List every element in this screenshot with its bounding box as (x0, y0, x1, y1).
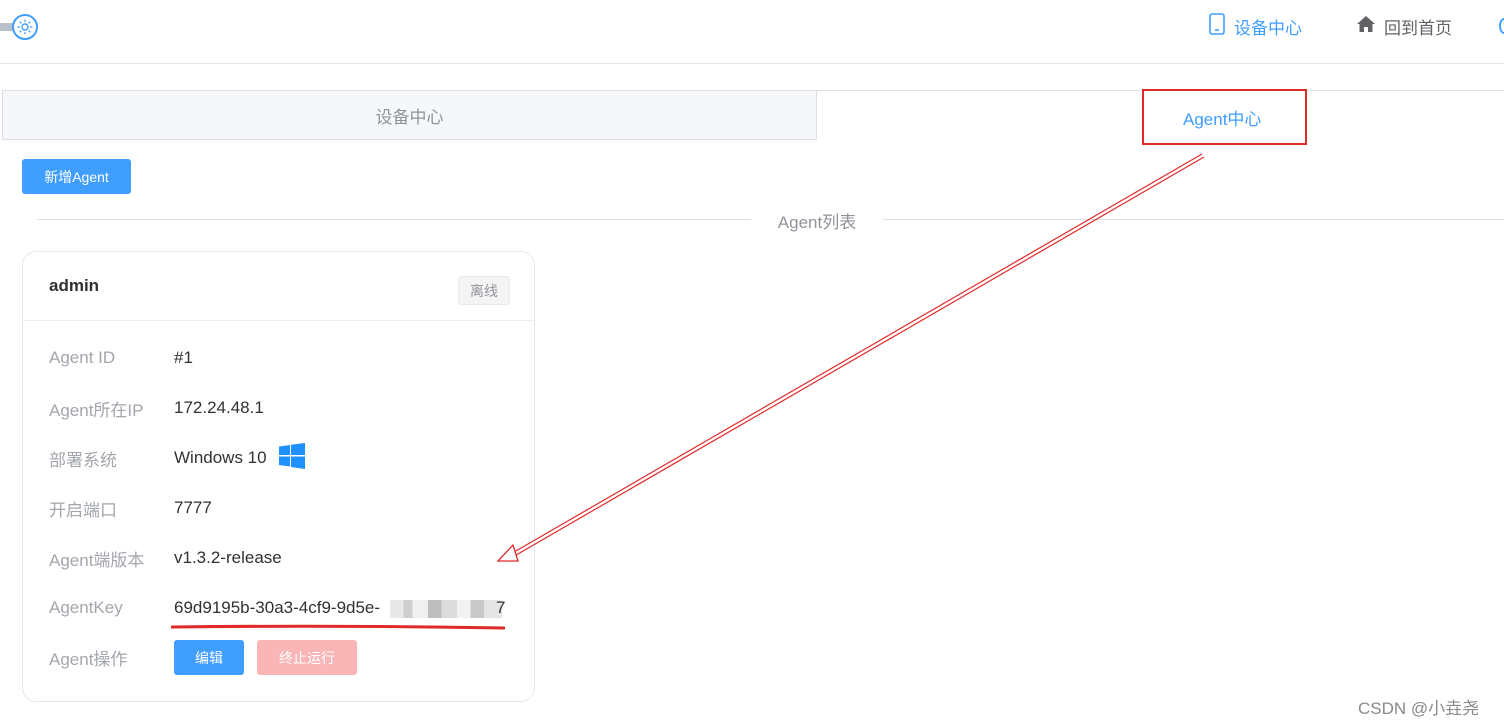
watermark: CSDN @小垚尧 (1358, 699, 1480, 718)
row-value: 172.24.48.1 (174, 398, 264, 417)
tablet-icon (1208, 12, 1226, 40)
top-bar: 设备中心 回到首页 (0, 0, 1504, 64)
status-badge: 离线 (458, 276, 510, 305)
windows-icon (278, 442, 305, 474)
sun-icon (12, 14, 38, 40)
logo[interactable] (0, 14, 40, 42)
row-version: Agent端版本 v1.3.2-release (49, 546, 282, 570)
row-label: Agent操作 (49, 650, 128, 669)
nav-home[interactable]: 回到首页 (1356, 14, 1452, 38)
row-label: 开启端口 (49, 500, 117, 520)
tab-device-center-label: 设备中心 (375, 107, 444, 127)
row-label: Agent所在IP (49, 400, 144, 420)
row-label: 部署系统 (49, 450, 117, 470)
row-label: Agent ID (49, 348, 116, 367)
agent-name: admin (49, 276, 100, 295)
agent-key-suffix: 7 (496, 598, 506, 617)
agent-card-header: admin 离线 (23, 252, 534, 321)
nav-device-center[interactable]: 设备中心 (1208, 12, 1302, 40)
action-buttons: 编辑 终止运行 (174, 640, 357, 675)
row-agent-id: Agent ID #1 (49, 346, 193, 370)
user-icon[interactable] (1499, 18, 1504, 34)
row-agent-ip: Agent所在IP 172.24.48.1 (49, 396, 264, 420)
agent-key-value[interactable]: 69d9195b-30a3-4cf9-9d5e- 7 (174, 598, 514, 618)
row-value: v1.3.2-release (174, 548, 282, 567)
agent-key-visible: 69d9195b-30a3-4cf9-9d5e- (174, 598, 381, 617)
agent-list-heading: Agent列表 (777, 213, 857, 232)
divider-line-right (883, 219, 1504, 220)
row-label: AgentKey (49, 598, 123, 617)
row-label: Agent端版本 (49, 550, 145, 570)
divider-line-left (37, 219, 751, 220)
row-value: 7777 (174, 498, 212, 517)
tab-device-center[interactable]: 设备中心 (2, 90, 817, 140)
stop-button[interactable]: 终止运行 (257, 640, 357, 675)
add-agent-button[interactable]: 新增Agent (22, 159, 131, 194)
row-port: 开启端口 7777 (49, 496, 212, 520)
annotation-highlight-box (1142, 89, 1307, 145)
edit-button[interactable]: 编辑 (174, 640, 244, 675)
nav-home-label: 回到首页 (1384, 18, 1452, 38)
row-os: 部署系统 Windows 10 (49, 442, 305, 470)
nav-device-center-label: 设备中心 (1234, 18, 1302, 38)
os-name: Windows 10 (174, 448, 267, 467)
agent-key-redacted (390, 600, 502, 618)
row-value-wrap: Windows 10 (174, 442, 305, 474)
agent-card: admin 离线 Agent ID #1 Agent所在IP 172.24.48… (22, 251, 535, 702)
home-icon (1356, 15, 1376, 38)
annotation-underline (171, 624, 505, 630)
row-agent-key: AgentKey 69d9195b-30a3-4cf9-9d5e- 7 (49, 596, 514, 620)
row-value: #1 (174, 348, 193, 367)
row-actions: Agent操作 编辑 终止运行 (49, 640, 357, 675)
